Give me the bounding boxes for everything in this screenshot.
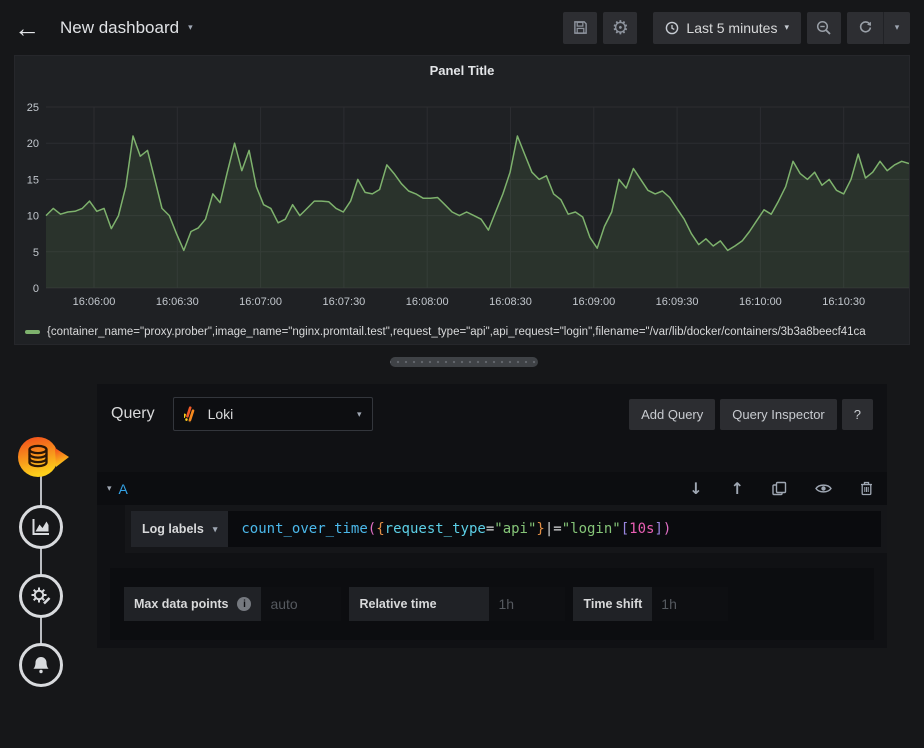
svg-text:16:06:30: 16:06:30 <box>156 296 199 308</box>
database-queries-icon <box>18 437 69 477</box>
refresh-button[interactable] <box>847 12 883 44</box>
chevron-down-icon: ▾ <box>894 22 900 32</box>
relative-time-input[interactable] <box>489 587 566 621</box>
time-shift-form: Time shift <box>573 587 729 621</box>
logql-query-input[interactable]: count_over_time({request_type="api"}|="l… <box>228 511 881 547</box>
svg-text:16:08:30: 16:08:30 <box>489 296 532 308</box>
time-shift-label: Time shift <box>583 597 643 611</box>
datasource-picker[interactable]: Loki ▾ <box>172 397 373 431</box>
svg-text:16:07:30: 16:07:30 <box>322 296 365 308</box>
svg-text:16:09:00: 16:09:00 <box>572 296 615 308</box>
svg-text:16:07:00: 16:07:00 <box>239 296 282 308</box>
query-editor-section: Query Loki ▾ Add Query Query Inspector ?… <box>97 384 887 648</box>
query-section-title: Query <box>111 405 155 422</box>
tab-alert[interactable] <box>19 643 63 687</box>
graph-panel: Panel Title 0 5 10 15 20 25 16:06:00 16:06:30 16… <box>14 55 910 345</box>
zoom-out-icon <box>816 20 831 35</box>
bell-icon <box>33 657 49 674</box>
info-icon[interactable]: i <box>237 597 252 611</box>
move-query-down-icon[interactable]: ↓ <box>689 479 702 498</box>
chevron-down-icon: ▾ <box>212 523 218 534</box>
panel-title[interactable]: Panel Title <box>15 56 909 78</box>
svg-text:16:09:30: 16:09:30 <box>656 296 699 308</box>
move-query-up-icon[interactable]: ↑ <box>731 479 744 498</box>
chevron-down-icon: ▾ <box>784 22 789 32</box>
collapse-caret-icon[interactable]: ▾ <box>107 483 112 494</box>
relative-time-form: Relative time <box>349 587 566 621</box>
add-query-button[interactable]: Add Query <box>629 398 716 430</box>
time-series-chart[interactable]: 0 5 10 15 20 25 16:06:00 16:06:30 16:07:00 16:07:… <box>15 92 909 314</box>
svg-text:0: 0 <box>33 283 39 295</box>
tab-queries[interactable] <box>14 433 70 486</box>
disable-query-eye-icon[interactable] <box>815 483 832 494</box>
legend-series-marker[interactable] <box>25 330 40 334</box>
clock-icon <box>666 21 679 34</box>
max-data-points-label: Max data points <box>134 597 229 611</box>
svg-text:16:06:00: 16:06:00 <box>73 296 116 308</box>
gear-wrench-icon <box>31 587 51 605</box>
query-editor-row: Log labels ▾ count_over_time({request_ty… <box>125 505 887 553</box>
top-navbar: ← New dashboard ▾ ⚙ Last 5 minutes ▾ ▾ <box>0 0 924 55</box>
legend-series-label[interactable]: {container_name="proxy.prober",image_nam… <box>47 326 866 338</box>
help-button[interactable]: ? <box>841 398 873 430</box>
max-data-points-input[interactable] <box>261 587 342 621</box>
log-labels-dropdown[interactable]: Log labels ▾ <box>131 511 229 547</box>
refresh-icon <box>859 21 871 33</box>
chart-icon <box>32 519 49 535</box>
dashboard-title-text: New dashboard <box>60 17 180 37</box>
gear-icon: ⚙ <box>611 16 629 39</box>
chevron-down-icon: ▾ <box>357 408 362 419</box>
time-range-picker[interactable]: Last 5 minutes ▾ <box>653 11 801 44</box>
query-inspector-button[interactable]: Query Inspector <box>720 398 837 430</box>
time-range-label: Last 5 minutes <box>686 19 778 36</box>
svg-text:16:08:00: 16:08:00 <box>406 296 449 308</box>
relative-time-label: Relative time <box>359 597 437 611</box>
dashboard-title[interactable]: New dashboard ▾ <box>60 18 193 38</box>
editor-tabs-connector-line <box>40 460 42 665</box>
save-icon <box>574 21 587 34</box>
datasource-name: Loki <box>207 406 234 422</box>
zoom-out-button[interactable] <box>807 11 841 44</box>
log-labels-label: Log labels <box>142 522 204 536</box>
refresh-button-group: ▾ <box>847 11 910 44</box>
svg-text:20: 20 <box>27 138 39 150</box>
dashboard-settings-button[interactable]: ⚙ <box>603 11 638 44</box>
chevron-down-icon: ▾ <box>188 22 193 32</box>
svg-text:15: 15 <box>27 174 39 186</box>
delete-query-trash-icon[interactable] <box>860 481 873 496</box>
svg-text:5: 5 <box>33 247 39 259</box>
loki-logo-icon <box>183 405 194 422</box>
time-shift-input[interactable] <box>652 587 729 621</box>
tab-general[interactable] <box>19 574 63 618</box>
svg-text:16:10:00: 16:10:00 <box>739 296 782 308</box>
save-dashboard-button[interactable] <box>563 11 598 44</box>
refresh-interval-dropdown[interactable]: ▾ <box>883 11 910 44</box>
query-row-header: ▾ A ↓ ↑ <box>97 472 887 505</box>
svg-text:25: 25 <box>27 102 39 114</box>
query-options-row: Max data points i Relative time Time shi… <box>110 568 874 640</box>
query-header: Query Loki ▾ Add Query Query Inspector ? <box>97 384 887 431</box>
max-data-points-form: Max data points i <box>124 587 342 621</box>
chart-legend: {container_name="proxy.prober",image_nam… <box>25 326 903 338</box>
panel-resize-handle[interactable] <box>390 357 538 367</box>
tab-visualization[interactable] <box>19 505 63 549</box>
query-ref-id[interactable]: A <box>119 481 128 497</box>
back-arrow-icon[interactable]: ← <box>14 15 40 41</box>
svg-text:16:10:30: 16:10:30 <box>822 296 865 308</box>
svg-text:10: 10 <box>27 211 39 223</box>
duplicate-query-icon[interactable] <box>772 481 787 496</box>
